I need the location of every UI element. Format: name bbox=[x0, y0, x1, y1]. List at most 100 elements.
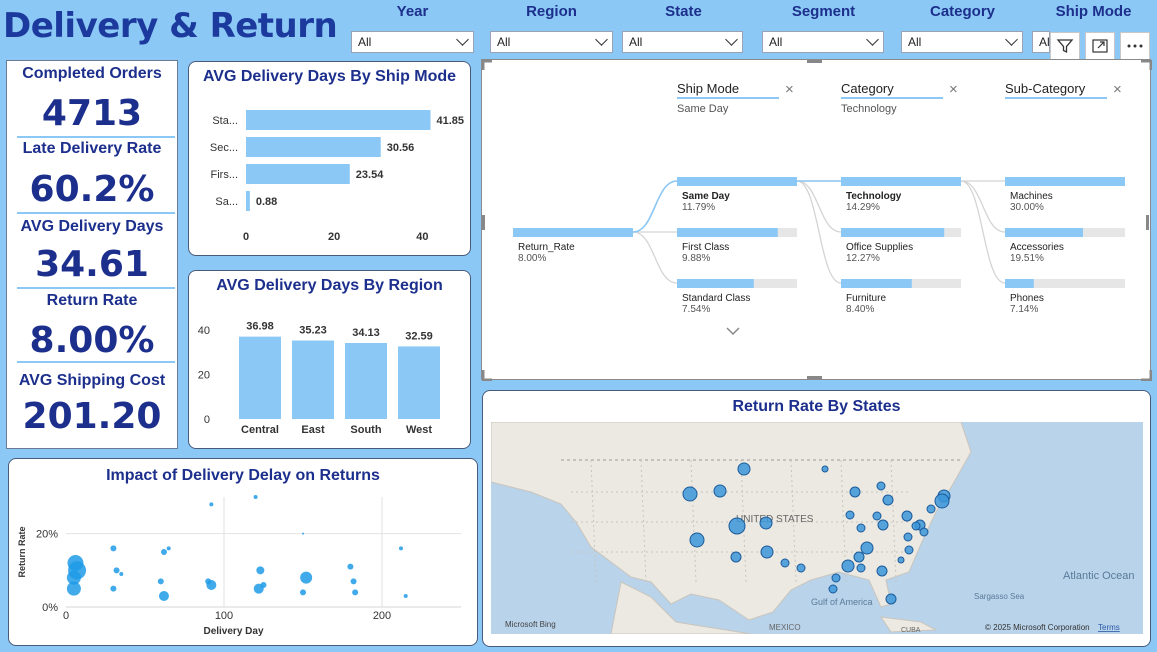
scatter-point[interactable] bbox=[347, 563, 354, 570]
slicer-dropdown-year[interactable]: All bbox=[351, 31, 474, 53]
bar[interactable] bbox=[246, 164, 350, 184]
bar[interactable] bbox=[398, 346, 440, 419]
state-bubble[interactable] bbox=[926, 504, 936, 514]
resize-handle[interactable] bbox=[1141, 59, 1153, 70]
return-rate-map[interactable]: Return Rate By States UNITED STATES Gulf … bbox=[482, 390, 1151, 647]
state-bubble[interactable] bbox=[911, 521, 921, 531]
node-bar[interactable] bbox=[1005, 279, 1034, 288]
bar[interactable] bbox=[239, 336, 281, 419]
scatter-point[interactable] bbox=[66, 581, 81, 596]
filter-icon[interactable] bbox=[1050, 32, 1080, 60]
node-bar[interactable] bbox=[677, 228, 778, 237]
scatter-point[interactable] bbox=[398, 546, 403, 551]
node-bar[interactable] bbox=[677, 279, 754, 288]
region-chart[interactable]: AVG Delivery Days By Region 40 20 0 36.98 Ce… bbox=[188, 270, 471, 449]
state-bubble[interactable] bbox=[682, 486, 698, 502]
focus-mode-icon[interactable] bbox=[1085, 32, 1115, 60]
scatter-point[interactable] bbox=[110, 585, 117, 592]
decomposition-tree[interactable]: Ship Mode × Same Day Category × Technology Sub… bbox=[481, 59, 1153, 382]
resize-handle[interactable] bbox=[1146, 215, 1149, 230]
terms-link[interactable]: Terms bbox=[1098, 623, 1120, 632]
node-bar[interactable] bbox=[1005, 228, 1083, 237]
state-bubble[interactable] bbox=[689, 532, 705, 548]
resize-handle[interactable] bbox=[807, 376, 822, 379]
node-bar[interactable] bbox=[841, 177, 961, 186]
scatter-point[interactable] bbox=[352, 589, 359, 596]
state-bubble[interactable] bbox=[760, 545, 774, 559]
node-bar[interactable] bbox=[1005, 177, 1125, 186]
resize-handle[interactable] bbox=[481, 59, 492, 70]
scatter-point[interactable] bbox=[350, 578, 357, 585]
state-bubble[interactable] bbox=[730, 551, 742, 563]
scatter-point[interactable] bbox=[166, 546, 171, 551]
state-bubble[interactable] bbox=[856, 563, 866, 573]
scatter-point[interactable] bbox=[68, 561, 87, 580]
state-bubble[interactable] bbox=[853, 551, 865, 563]
state-bubble[interactable] bbox=[780, 558, 790, 568]
state-bubble[interactable] bbox=[845, 510, 855, 520]
scatter-point[interactable] bbox=[260, 582, 267, 588]
state-bubble[interactable] bbox=[876, 565, 888, 577]
bar[interactable] bbox=[292, 340, 334, 419]
scatter-point[interactable] bbox=[205, 578, 212, 585]
slicer-dropdown-segment[interactable]: All bbox=[762, 31, 884, 53]
scatter-point[interactable] bbox=[403, 594, 408, 598]
slicer-dropdown-region[interactable]: All bbox=[490, 31, 613, 53]
state-bubble[interactable] bbox=[728, 517, 746, 535]
map-canvas[interactable]: UNITED STATES Gulf of America Atlantic Oce… bbox=[491, 422, 1143, 634]
state-bubble[interactable] bbox=[903, 532, 913, 542]
resize-handle[interactable] bbox=[481, 370, 492, 382]
state-bubble[interactable] bbox=[831, 573, 841, 583]
scatter-point[interactable] bbox=[113, 567, 120, 574]
bar[interactable] bbox=[246, 191, 250, 211]
state-bubble[interactable] bbox=[841, 559, 855, 573]
resize-handle[interactable] bbox=[482, 215, 485, 230]
state-bubble[interactable] bbox=[934, 493, 950, 509]
scatter-point[interactable] bbox=[302, 532, 304, 535]
scatter-point[interactable] bbox=[157, 578, 164, 585]
scatter-point[interactable] bbox=[300, 571, 313, 584]
state-bubble[interactable] bbox=[919, 527, 929, 537]
slicer-dropdown-state[interactable]: All bbox=[622, 31, 743, 53]
state-bubble[interactable] bbox=[737, 462, 751, 476]
state-bubble[interactable] bbox=[713, 484, 727, 498]
bar[interactable] bbox=[246, 137, 381, 157]
chevron-down-icon[interactable] bbox=[726, 327, 740, 336]
state-bubble[interactable] bbox=[796, 563, 806, 573]
state-bubble[interactable] bbox=[849, 486, 861, 498]
slicer-dropdown-ship-mode[interactable]: All bbox=[1032, 31, 1050, 53]
state-bubble[interactable] bbox=[901, 510, 913, 522]
more-options-icon[interactable] bbox=[1120, 32, 1150, 60]
node-bar[interactable] bbox=[841, 279, 912, 288]
state-bubble[interactable] bbox=[821, 465, 829, 473]
state-bubble[interactable] bbox=[759, 516, 773, 530]
state-bubble[interactable] bbox=[828, 584, 838, 594]
state-bubble[interactable] bbox=[904, 545, 914, 555]
node-bar[interactable] bbox=[677, 177, 797, 186]
state-bubble[interactable] bbox=[856, 523, 866, 533]
scatter-point[interactable] bbox=[209, 502, 214, 507]
slicer-dropdown-category[interactable]: All bbox=[901, 31, 1023, 53]
state-bubble[interactable] bbox=[897, 556, 905, 564]
state-bubble[interactable] bbox=[877, 519, 889, 531]
scatter-point[interactable] bbox=[253, 495, 258, 499]
scatter-point[interactable] bbox=[160, 549, 167, 555]
state-bubble[interactable] bbox=[860, 541, 874, 555]
state-bubble[interactable] bbox=[876, 481, 886, 491]
resize-handle[interactable] bbox=[807, 60, 822, 63]
node-bar[interactable] bbox=[513, 228, 633, 237]
state-bubble[interactable] bbox=[872, 511, 882, 521]
delay-returns-scatter[interactable]: Impact of Delivery Delay on Returns 0% 20… bbox=[8, 458, 478, 646]
resize-handle[interactable] bbox=[1141, 370, 1153, 382]
scatter-point[interactable] bbox=[256, 566, 265, 575]
scatter-point[interactable] bbox=[119, 572, 124, 576]
bar[interactable] bbox=[345, 342, 387, 419]
bar[interactable] bbox=[246, 110, 431, 130]
scatter-point[interactable] bbox=[300, 589, 306, 596]
state-bubble[interactable] bbox=[882, 494, 894, 506]
state-bubble[interactable] bbox=[885, 593, 897, 605]
scatter-point[interactable] bbox=[158, 591, 169, 601]
scatter-point[interactable] bbox=[110, 545, 117, 552]
ship-mode-chart[interactable]: AVG Delivery Days By Ship Mode Sta... 41.… bbox=[188, 61, 471, 256]
node-bar[interactable] bbox=[841, 228, 945, 237]
